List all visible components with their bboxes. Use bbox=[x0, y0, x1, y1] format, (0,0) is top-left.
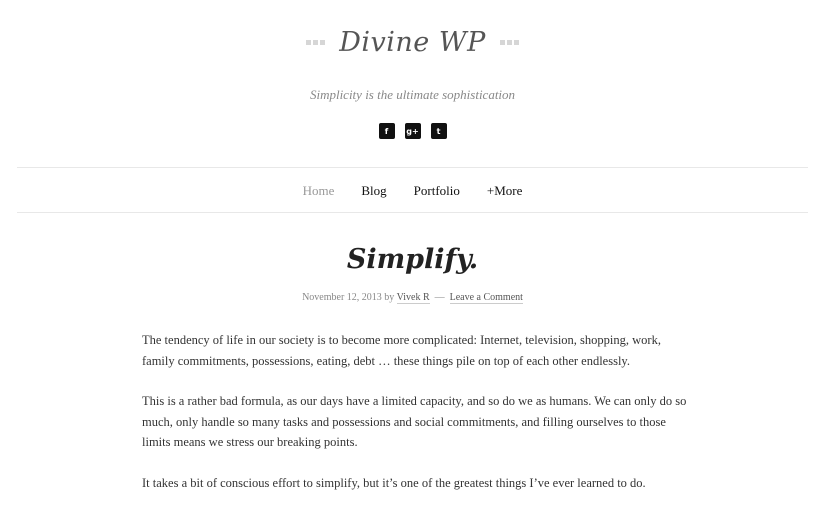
nav-top-divider bbox=[17, 167, 808, 168]
social-links: f g+ t bbox=[0, 123, 825, 139]
post-author-link[interactable]: Vivek R bbox=[396, 292, 430, 304]
post-content: The tendency of life in our society is t… bbox=[142, 330, 687, 510]
nav-item-portfolio[interactable]: Portfolio bbox=[414, 183, 460, 199]
site-title[interactable]: Divine WP bbox=[339, 27, 486, 58]
nav-item-blog[interactable]: Blog bbox=[361, 183, 386, 199]
post-paragraph: It takes a bit of conscious effort to si… bbox=[142, 475, 646, 490]
post-title[interactable]: Simplify. bbox=[0, 244, 825, 275]
post-date[interactable]: November 12, 2013 bbox=[302, 292, 382, 303]
leave-comment-link[interactable]: Leave a Comment bbox=[449, 292, 523, 304]
title-decoration-right bbox=[499, 40, 519, 45]
nav-item-more[interactable]: +More bbox=[487, 183, 523, 199]
post-paragraph: This is a rather bad formula, as our day… bbox=[142, 394, 687, 449]
meta-separator: — bbox=[434, 292, 445, 303]
nav-bottom-divider bbox=[17, 212, 808, 213]
post-meta: November 12, 2013 by Vivek R — Leave a C… bbox=[0, 292, 825, 304]
twitter-icon[interactable]: t bbox=[430, 123, 447, 139]
post-paragraph: The tendency of life in our society is t… bbox=[142, 333, 661, 368]
main-nav: Home Blog Portfolio +More bbox=[0, 183, 825, 199]
nav-item-home[interactable]: Home bbox=[303, 183, 335, 199]
post-by: by bbox=[384, 292, 395, 303]
site-title-row: Divine WP bbox=[0, 27, 825, 58]
google-plus-icon[interactable]: g+ bbox=[404, 123, 421, 139]
site-tagline: Simplicity is the ultimate sophisticatio… bbox=[309, 87, 516, 102]
title-decoration-left bbox=[306, 40, 326, 45]
facebook-icon[interactable]: f bbox=[378, 123, 395, 139]
